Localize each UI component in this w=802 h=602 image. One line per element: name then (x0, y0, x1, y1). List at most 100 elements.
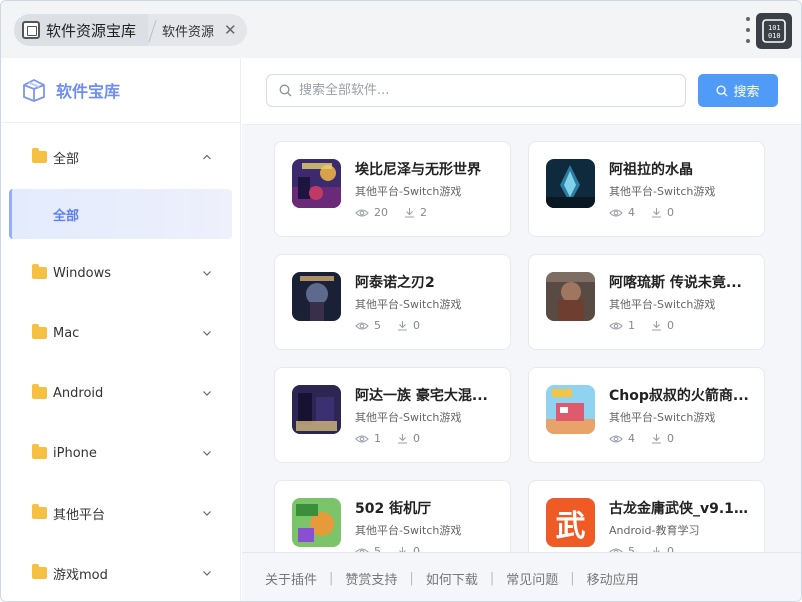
card-title: 阿喀琉斯 传说未竟... (609, 275, 742, 291)
card-stats: 1 0 (609, 319, 690, 332)
chevron-down-icon (203, 571, 211, 576)
brand-header: 软件宝库 (1, 58, 240, 123)
brand-title: 软件宝库 (56, 82, 121, 101)
search-icon (716, 84, 729, 97)
software-card[interactable]: 阿达一族 豪宅大混... 其他平台-Switch游戏 1 0 (274, 367, 511, 463)
chevron-down-icon (203, 271, 211, 276)
footer-link-how-to-download[interactable]: 如何下载 (426, 569, 478, 588)
card-stats: 5 0 (355, 319, 436, 332)
views-count: 5 (374, 319, 381, 332)
main-content: 搜索 埃比尼泽与无形世界 其他平台-Switch游戏 (242, 58, 801, 601)
more-menu-icon[interactable] (745, 17, 751, 43)
tab-title: 软件资源宝库 (46, 21, 137, 40)
footer-link-mobile-app[interactable]: 移动应用 (587, 569, 639, 588)
game-thumbnail (546, 385, 595, 434)
download-icon (652, 208, 661, 218)
views-count: 4 (628, 206, 635, 219)
downloads-stat: 0 (397, 432, 420, 445)
game-thumbnail (292, 272, 341, 321)
views-stat: 20 (355, 206, 388, 219)
software-card[interactable]: 阿祖拉的水晶 其他平台-Switch游戏 4 0 (528, 141, 765, 237)
views-stat: 1 (609, 319, 635, 332)
eye-icon (355, 321, 369, 330)
downloads-stat: 0 (651, 206, 674, 219)
download-icon (398, 434, 407, 444)
divider: | (489, 570, 495, 586)
sidebar-subitem-label: 全部 (53, 208, 80, 224)
sidebar-item-android[interactable]: Android (1, 363, 240, 423)
sidebar-item-mac[interactable]: Mac (1, 303, 240, 363)
card-title: Chop叔叔的火箭商... (609, 388, 749, 404)
views-stat: 4 (609, 206, 635, 219)
card-title: 阿达一族 豪宅大混... (355, 388, 488, 404)
folder-icon (32, 264, 47, 279)
sidebar: 软件宝库 全部 全部 Windows Mac Android iPhone 其他… (1, 58, 241, 601)
sidebar-item-label: Android (53, 385, 104, 401)
sidebar-item-other-platforms[interactable]: 其他平台 (1, 483, 240, 543)
eye-icon (355, 434, 369, 443)
binary-code-icon[interactable]: 101 010 (756, 13, 792, 49)
downloads-count: 0 (667, 206, 674, 219)
card-category: 其他平台-Switch游戏 (609, 298, 716, 311)
chevron-up-icon (203, 154, 211, 160)
software-card[interactable]: 埃比尼泽与无形世界 其他平台-Switch游戏 20 2 (274, 141, 511, 237)
close-icon[interactable]: ✕ (224, 22, 237, 38)
tab-software-library[interactable]: 软件资源宝库 (14, 14, 149, 46)
eye-icon (609, 434, 623, 443)
sidebar-item-iphone[interactable]: iPhone (1, 423, 240, 483)
views-stat: 1 (355, 432, 381, 445)
downloads-stat: 0 (651, 319, 674, 332)
game-thumbnail (292, 498, 341, 547)
chevron-down-icon (203, 451, 211, 456)
game-thumbnail (546, 159, 595, 208)
box-icon (23, 79, 45, 102)
sidebar-item-game-mod[interactable]: 游戏mod (1, 543, 240, 601)
downloads-stat: 0 (397, 319, 420, 332)
downloads-stat: 0 (651, 432, 674, 445)
search-bar: 搜索 (242, 58, 801, 125)
card-category: 其他平台-Switch游戏 (609, 411, 716, 424)
downloads-count: 2 (420, 206, 427, 219)
card-stats: 4 0 (609, 432, 690, 445)
chevron-down-icon (203, 391, 211, 396)
app-thumbnail: 武 (546, 498, 595, 547)
card-title: 埃比尼泽与无形世界 (355, 162, 481, 178)
search-button[interactable]: 搜索 (698, 74, 778, 107)
sidebar-item-windows[interactable]: Windows (1, 243, 240, 303)
card-stats: 1 0 (355, 432, 436, 445)
downloads-count: 0 (667, 319, 674, 332)
folder-icon (32, 504, 47, 519)
category-nav: 全部 全部 Windows Mac Android iPhone 其他平台 游戏… (1, 123, 240, 601)
sidebar-item-label: 全部 (53, 151, 80, 167)
folder-icon (32, 444, 47, 459)
footer-link-about-plugin[interactable]: 关于插件 (265, 569, 317, 588)
eye-icon (609, 321, 623, 330)
folder-icon (32, 148, 47, 163)
search-box[interactable] (266, 74, 686, 107)
downloads-count: 0 (413, 432, 420, 445)
sidebar-item-label: Mac (53, 325, 80, 341)
software-card[interactable]: 阿泰诺之刃2 其他平台-Switch游戏 5 0 (274, 254, 511, 350)
footer-link-faq[interactable]: 常见问题 (506, 569, 558, 588)
folder-icon (32, 564, 47, 579)
sidebar-subitem-all-active[interactable]: 全部 (9, 189, 232, 239)
download-icon (398, 321, 407, 331)
folder-icon (32, 384, 47, 399)
sidebar-item-all[interactable]: 全部 (1, 127, 240, 187)
views-count: 20 (374, 206, 388, 219)
search-input[interactable] (299, 83, 685, 98)
game-thumbnail (292, 159, 341, 208)
card-category: 其他平台-Switch游戏 (355, 524, 462, 537)
software-card[interactable]: Chop叔叔的火箭商... 其他平台-Switch游戏 4 0 (528, 367, 765, 463)
eye-icon (355, 208, 369, 217)
footer-link-donate[interactable]: 赞赏支持 (345, 569, 397, 588)
software-grid: 埃比尼泽与无形世界 其他平台-Switch游戏 20 2 阿祖拉的水晶 其他平台… (274, 141, 766, 576)
download-icon (652, 434, 661, 444)
tab-software-resources[interactable]: 软件资源 ✕ (158, 14, 247, 46)
download-icon (652, 321, 661, 331)
svg-text:101: 101 (768, 24, 781, 32)
software-card[interactable]: 阿喀琉斯 传说未竟... 其他平台-Switch游戏 1 0 (528, 254, 765, 350)
views-stat: 5 (355, 319, 381, 332)
views-count: 1 (374, 432, 381, 445)
downloads-count: 0 (413, 319, 420, 332)
